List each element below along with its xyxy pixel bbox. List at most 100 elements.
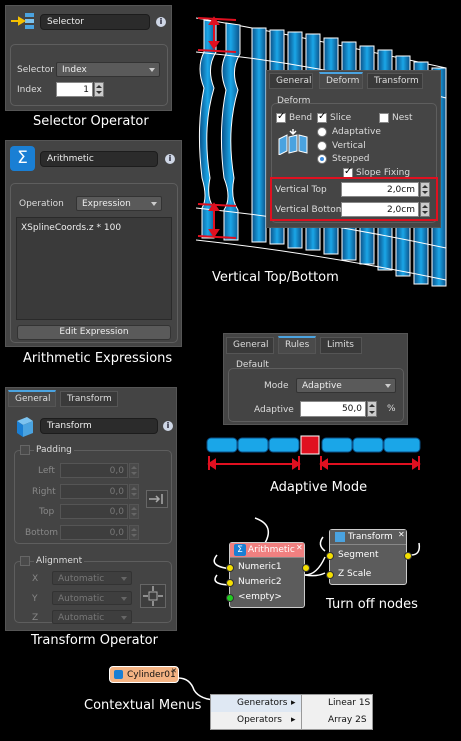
mode-dropdown[interactable]: Adaptive <box>296 378 396 393</box>
padding-label: Padding <box>34 445 74 455</box>
segment-label: Segment <box>338 550 379 560</box>
vertical-radio[interactable] <box>317 141 327 151</box>
transform-name-field[interactable]: Transform <box>40 418 158 434</box>
adaptive-segments-diagram <box>205 434 423 476</box>
chevron-down-icon <box>121 597 127 601</box>
operation-dropdown-value: Expression <box>82 199 131 209</box>
arithmetic-node[interactable]: Arithmetic Σ ✕ Numeric1 Numeric2 <empty> <box>226 542 310 608</box>
transform-output-port[interactable] <box>404 552 412 560</box>
numeric2-port[interactable] <box>226 579 234 587</box>
sigma-icon: Σ <box>234 544 246 556</box>
nest-label: Nest <box>392 113 413 123</box>
index-input[interactable]: 1 <box>56 82 93 97</box>
deform-panel: General Deform Transform Deform Bend Sli… <box>266 70 441 228</box>
info-icon[interactable]: i <box>165 154 175 164</box>
selector-dropdown[interactable]: Index <box>56 62 160 77</box>
tab-general[interactable]: General <box>269 73 313 89</box>
context-caption: Contextual Menus <box>84 698 202 713</box>
zscale-port[interactable] <box>326 571 334 579</box>
info-icon[interactable]: i <box>163 421 173 431</box>
close-icon[interactable]: ✕ <box>171 667 177 675</box>
output-port[interactable] <box>302 564 310 572</box>
close-icon[interactable]: ✕ <box>296 544 304 552</box>
selector-name-field[interactable]: Selector <box>40 14 150 30</box>
zscale-label: Z Scale <box>338 569 372 579</box>
operation-dropdown[interactable]: Expression <box>76 196 162 211</box>
tab-transform[interactable]: Transform <box>60 391 118 407</box>
chevron-down-icon <box>151 202 157 206</box>
top-input[interactable]: 0,0 <box>60 504 128 519</box>
vertical-label: Vertical <box>332 141 366 151</box>
right-label: Right <box>32 487 56 497</box>
menu-item-operators[interactable]: Operators ▸ <box>211 712 301 729</box>
menu-item-linear[interactable]: Linear 1S <box>302 695 372 712</box>
arithmetic-node-title: Arithmetic <box>248 545 295 555</box>
top-spinner[interactable] <box>129 504 139 519</box>
tab-limits[interactable]: Limits <box>320 337 362 354</box>
right-spinner[interactable] <box>129 484 139 499</box>
expression-textarea[interactable]: XSplineCoords.z * 100 <box>16 217 172 320</box>
chevron-down-icon <box>385 384 391 388</box>
padding-checkbox[interactable] <box>20 445 30 455</box>
vertical-top-spinner[interactable] <box>420 182 430 197</box>
cylinder-node[interactable]: Cylinder01 ✕ <box>109 666 179 683</box>
left-spinner[interactable] <box>129 463 139 478</box>
sigma-icon: Σ <box>10 146 35 171</box>
tab-general[interactable]: General <box>8 390 56 407</box>
adaptive-caption: Adaptive Mode <box>270 480 368 495</box>
chevron-down-icon <box>121 577 127 581</box>
tab-rules[interactable]: Rules <box>278 336 316 354</box>
info-icon[interactable]: i <box>156 17 166 27</box>
tab-transform[interactable]: Transform <box>367 73 423 89</box>
mode-label: Mode <box>264 381 289 391</box>
right-input[interactable]: 0,0 <box>60 484 128 499</box>
z-dropdown[interactable]: Automatic <box>52 610 132 624</box>
left-input[interactable]: 0,0 <box>60 463 128 478</box>
index-spinner[interactable] <box>94 82 104 97</box>
tab-deform[interactable]: Deform <box>319 72 363 89</box>
tab-general[interactable]: General <box>226 337 274 354</box>
alignment-checkbox[interactable] <box>20 556 30 566</box>
x-dropdown[interactable]: Automatic <box>52 571 132 585</box>
chevron-right-icon: ▸ <box>291 715 296 725</box>
transform-caption: Transform Operator <box>31 633 158 648</box>
segment-port[interactable] <box>326 552 334 560</box>
cylinder-node-title: Cylinder01 <box>127 670 176 680</box>
operation-label: Operation <box>19 199 64 209</box>
chevron-right-icon: ▸ <box>291 698 296 708</box>
deform-caption: Vertical Top/Bottom <box>212 270 339 285</box>
empty-port[interactable] <box>226 594 234 602</box>
selector-dropdown-value: Index <box>62 65 87 75</box>
nest-checkbox[interactable] <box>379 113 389 123</box>
bend-checkbox[interactable] <box>276 111 286 123</box>
edit-expression-button[interactable]: Edit Expression <box>17 325 171 340</box>
slice-checkbox[interactable] <box>317 111 327 123</box>
arithmetic-name-field[interactable]: Arithmetic <box>40 151 158 167</box>
bottom-spinner[interactable] <box>129 525 139 540</box>
menu-item-array[interactable]: Array 2S <box>302 712 372 729</box>
generators-submenu: Linear 1S Array 2S <box>301 694 373 730</box>
padding-arrows-icon <box>146 490 168 508</box>
adaptive-spinner[interactable] <box>367 401 377 417</box>
vertical-bottom-input[interactable]: 2,0cm <box>341 202 419 217</box>
numeric1-port[interactable] <box>226 564 234 572</box>
y-dropdown[interactable]: Automatic <box>52 591 132 605</box>
y-dropdown-value: Automatic <box>58 594 105 604</box>
alignment-label: Alignment <box>34 556 85 566</box>
selector-caption: Selector Operator <box>33 114 149 129</box>
numeric2-label: Numeric2 <box>238 577 282 587</box>
vertical-top-label: Vertical Top <box>275 185 327 195</box>
bottom-label: Bottom <box>25 528 59 538</box>
chevron-down-icon <box>149 68 155 72</box>
bottom-input[interactable]: 0,0 <box>60 525 128 540</box>
menu-item-generators[interactable]: Generators ▸ <box>211 695 301 712</box>
transform-node-title: Transform <box>348 532 393 542</box>
adaptive-input[interactable]: 50,0 <box>300 401 366 417</box>
vertical-top-input[interactable]: 2,0cm <box>341 182 419 197</box>
bend-mode-icon <box>277 129 311 156</box>
vertical-bottom-spinner[interactable] <box>420 202 430 217</box>
close-icon[interactable]: ✕ <box>398 531 406 539</box>
stepped-radio[interactable] <box>317 154 327 164</box>
transform-node[interactable]: Transform ✕ Segment Z Scale <box>326 529 412 585</box>
adaptative-radio[interactable] <box>317 127 327 137</box>
